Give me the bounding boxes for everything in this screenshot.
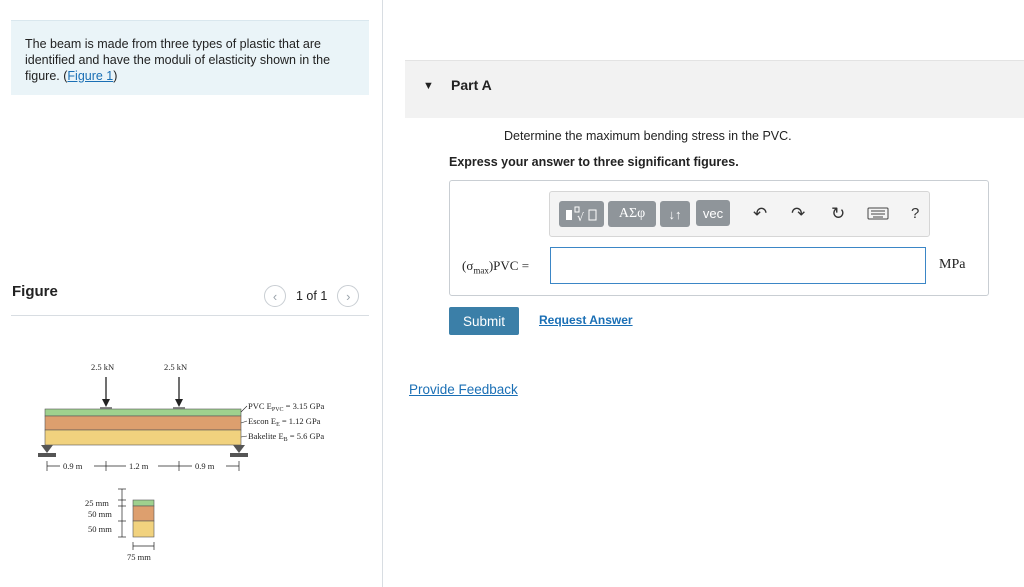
part-a-header[interactable]: ▼ Part A [405, 60, 1024, 118]
layer-escon [44, 415, 242, 431]
instruction-text: Express your answer to three significant… [449, 155, 739, 169]
support-right [230, 445, 248, 457]
figure-divider [11, 315, 369, 316]
figure-link-close: ) [113, 69, 118, 83]
dim-right-label: 0.9 m [195, 461, 215, 471]
chevron-left-icon[interactable]: ‹ [264, 285, 286, 307]
help-button[interactable]: ? [911, 204, 919, 224]
redo-icon[interactable]: ↷ [791, 204, 805, 224]
left-panel: The beam is made from three types of pla… [0, 0, 382, 587]
part-a-title: Part A [451, 77, 492, 93]
chevron-right-icon[interactable]: › [337, 285, 360, 307]
load-right-arrow [173, 377, 185, 410]
undo-icon[interactable]: ↶ [753, 204, 767, 224]
dim-left-label: 0.9 m [63, 461, 83, 471]
answer-label: (σmax)PVC = [462, 258, 530, 276]
beam-figure: 2.5 kN 2.5 kN PVC EPVC = 3.15 GPa Escon … [38, 362, 324, 562]
width-label: 75 mm [127, 552, 151, 562]
reset-icon[interactable]: ↻ [831, 204, 845, 224]
request-answer-link[interactable]: Request Answer [539, 313, 633, 327]
pager-text: 1 of 1 [296, 289, 328, 303]
figure-link[interactable]: Figure 1 [67, 69, 113, 83]
pvc-modulus-label: PVC EPVC = 3.15 GPa [248, 401, 324, 413]
unit-label: MPa [939, 257, 966, 272]
question-text: Determine the maximum bending stress in … [504, 129, 792, 143]
answer-input[interactable] [550, 247, 926, 284]
section-pvc [132, 499, 155, 507]
thick-mid-label: 50 mm [88, 509, 112, 519]
caret-down-icon[interactable]: ▼ [423, 80, 434, 92]
escon-modulus-label: Escon EE = 1.12 GPa [248, 416, 321, 428]
panel-divider [382, 0, 383, 587]
figure-pager: ‹ 1 of 1 › [264, 285, 360, 307]
figure-title: Figure [12, 283, 58, 300]
support-left [38, 445, 56, 457]
arrows-button[interactable]: ↓↑ [660, 201, 690, 227]
provide-feedback-link[interactable]: Provide Feedback [409, 382, 518, 397]
submit-button[interactable]: Submit [449, 307, 519, 335]
bakelite-modulus-label: Bakelite EB = 5.6 GPa [248, 431, 324, 443]
load-left-arrow [100, 377, 112, 410]
layer-pvc [44, 408, 242, 417]
load-left-label: 2.5 kN [91, 362, 114, 372]
dim-mid-label: 1.2 m [129, 461, 149, 471]
math-toolbar: √ ΑΣφ ↓↑ vec ↶ ↷ ↻ ? [549, 191, 930, 237]
vec-button[interactable]: vec [696, 200, 730, 226]
svg-text:√: √ [577, 211, 585, 223]
layer-bakelite [44, 429, 242, 446]
problem-statement: The beam is made from three types of pla… [11, 20, 369, 95]
templates-icon[interactable]: √ [559, 201, 604, 227]
greek-symbols-button[interactable]: ΑΣφ [608, 201, 656, 227]
keyboard-icon[interactable] [867, 206, 891, 226]
section-escon [132, 505, 155, 522]
section-bakelite [132, 520, 155, 538]
thick-bot-label: 50 mm [88, 524, 112, 534]
thick-top-label: 25 mm [85, 498, 109, 508]
load-right-label: 2.5 kN [164, 362, 187, 372]
